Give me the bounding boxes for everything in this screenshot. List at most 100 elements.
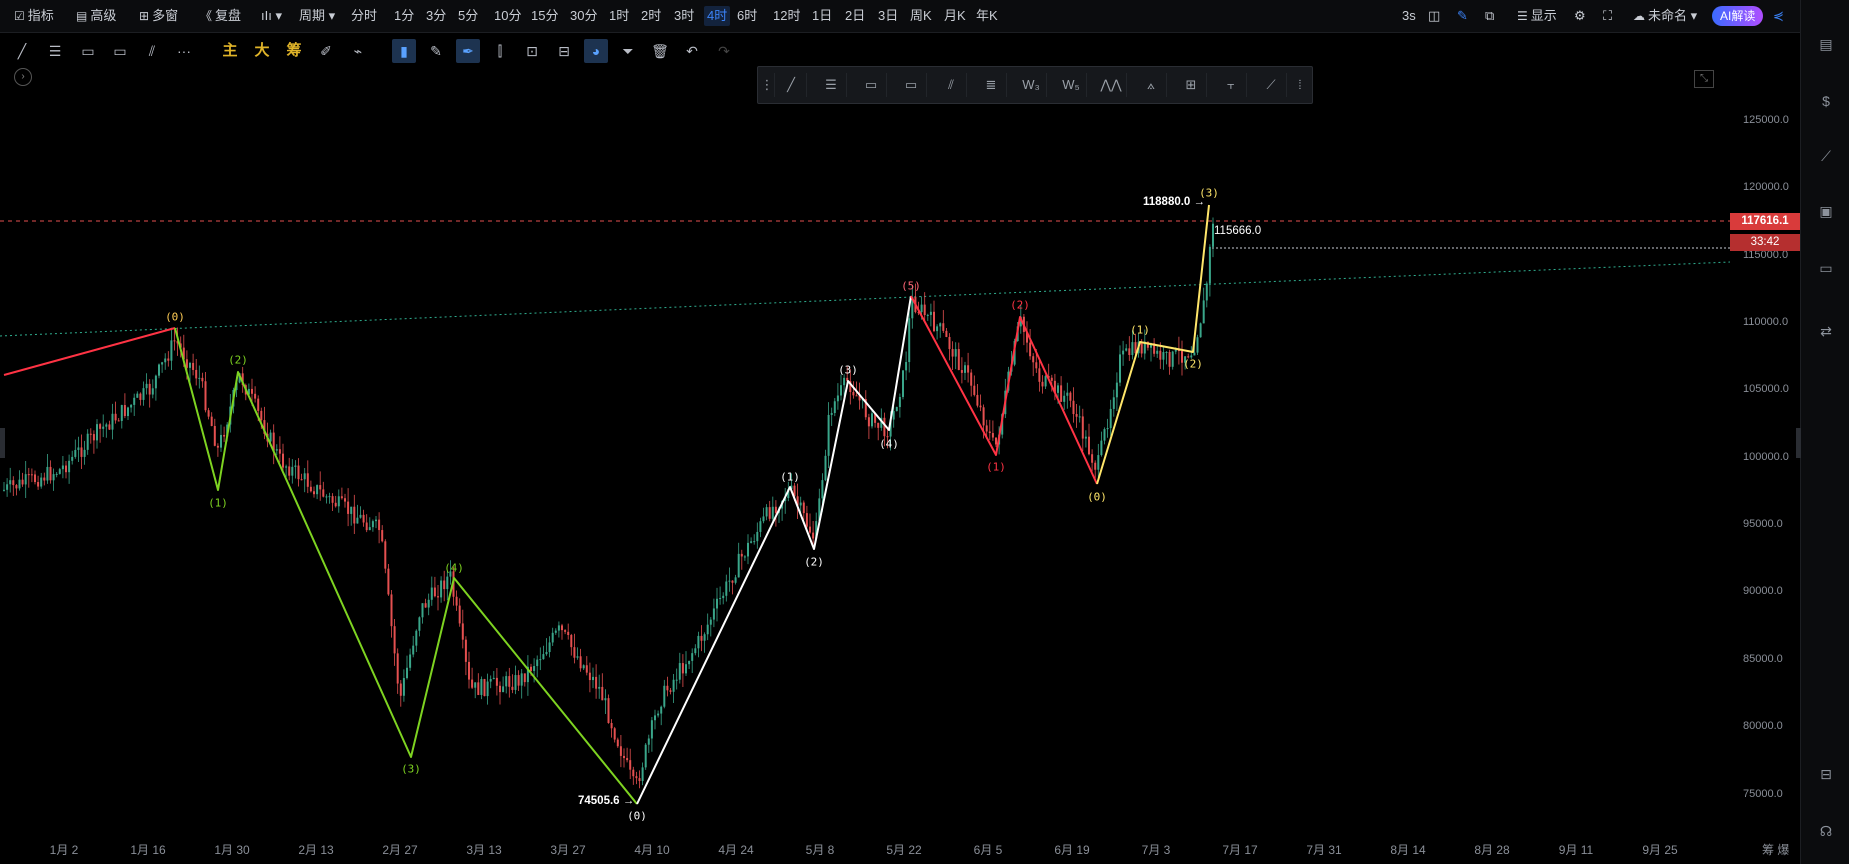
pen-icon[interactable]: ✎ xyxy=(1457,6,1468,26)
candle-body xyxy=(1106,428,1109,430)
candle-body xyxy=(167,358,170,361)
indicators-button[interactable]: ☑ 指标 xyxy=(14,6,54,26)
candle-body xyxy=(833,401,836,413)
expand-chevron-icon[interactable]: › xyxy=(14,68,32,86)
candle-body xyxy=(316,485,319,495)
chip-distribution-button[interactable]: 筹 xyxy=(282,39,306,63)
candle-body xyxy=(3,489,5,491)
interval-30分[interactable]: 30分 xyxy=(570,6,597,26)
chart-trend-icon[interactable]: ⟋ xyxy=(1815,145,1837,167)
candle-body xyxy=(415,630,418,646)
document-icon[interactable]: ▤ xyxy=(1815,33,1837,55)
horizontal-lines-icon[interactable]: ☰ xyxy=(43,39,67,63)
refresh-interval[interactable]: 3s xyxy=(1402,6,1416,26)
candle-body xyxy=(1081,416,1084,439)
candle-body xyxy=(375,519,377,522)
layout-panel-icon[interactable]: ⊟ xyxy=(1815,763,1837,785)
candle-body xyxy=(821,480,824,499)
price-chart[interactable] xyxy=(0,66,1730,836)
exchange-icon[interactable]: ⇄ xyxy=(1815,320,1837,342)
brush-icon[interactable]: ⌁ xyxy=(346,39,370,63)
candle-body xyxy=(1050,377,1053,381)
interval-6时[interactable]: 6时 xyxy=(737,6,757,26)
large-order-button[interactable]: 大 xyxy=(250,39,274,63)
layout-name-dropdown[interactable]: ☁ 未命名 ▾ xyxy=(1633,6,1697,26)
candle-body xyxy=(139,393,142,400)
candle-body xyxy=(27,474,30,476)
dollar-icon[interactable]: $ xyxy=(1815,90,1837,112)
main-indicator-button[interactable]: 主 xyxy=(218,39,242,63)
multi-window-button[interactable]: ⊞ 多窗 xyxy=(139,6,178,26)
candle-body xyxy=(74,449,77,457)
advanced-button[interactable]: ▤ 高级 xyxy=(76,6,116,26)
bookmark-icon[interactable]: ▮ xyxy=(392,39,416,63)
ai-analysis-button[interactable]: AI解读 xyxy=(1712,6,1764,26)
interval-4时[interactable]: 4时 xyxy=(704,6,731,26)
candle-icon[interactable]: ⫿ xyxy=(488,39,512,63)
interval-15分[interactable]: 15分 xyxy=(531,6,558,26)
collapse-icon[interactable]: ⤡ xyxy=(1694,70,1714,88)
line-tool-icon[interactable]: ╱ xyxy=(10,39,34,63)
candle-body xyxy=(68,460,71,473)
fullscreen-icon[interactable]: ⛶ xyxy=(1603,6,1612,26)
candle-body xyxy=(598,686,601,689)
interval-3日[interactable]: 3日 xyxy=(878,6,898,26)
share-icon[interactable]: ⋞ xyxy=(1773,6,1784,26)
monitor-icon[interactable]: ▣ xyxy=(1815,200,1837,222)
redo-icon[interactable]: ↷ xyxy=(712,39,736,63)
pen-draw-icon[interactable]: ✒ xyxy=(456,39,480,63)
price-tick-label: 100000.0 xyxy=(1743,450,1789,463)
interval-12时[interactable]: 12时 xyxy=(773,6,800,26)
headset-icon[interactable]: ☊ xyxy=(1815,820,1837,842)
ruler-measure-icon[interactable]: ✎ xyxy=(424,39,448,63)
candle-body xyxy=(709,619,712,625)
candle-body xyxy=(750,541,753,543)
chart-type-dropdown[interactable]: ıIı ▾ xyxy=(261,6,282,26)
more-icon[interactable]: ··· xyxy=(172,39,196,63)
interval-1分[interactable]: 1分 xyxy=(394,6,414,26)
interval-2日[interactable]: 2日 xyxy=(845,6,865,26)
candle-body xyxy=(948,336,951,350)
high-price-annotation: 118880.0 → xyxy=(1143,196,1206,208)
lock-icon[interactable]: ⊡ xyxy=(520,39,544,63)
candle-body xyxy=(1115,382,1118,398)
level-annotation: 115666.0 xyxy=(1214,225,1262,237)
note-icon[interactable]: ⊟ xyxy=(552,39,576,63)
candle-body xyxy=(570,635,573,648)
candle-body xyxy=(381,530,384,542)
interval-2时[interactable]: 2时 xyxy=(641,6,661,26)
undo-icon[interactable]: ↶ xyxy=(680,39,704,63)
magnet-icon[interactable]: ◕ xyxy=(584,39,608,63)
interval-年K[interactable]: 年K xyxy=(976,6,998,26)
interval-3分[interactable]: 3分 xyxy=(426,6,446,26)
window-icon[interactable]: ⧉ xyxy=(1485,6,1494,26)
interval-1日[interactable]: 1日 xyxy=(812,6,832,26)
period-dropdown[interactable]: 周期 ▾ xyxy=(299,6,335,26)
display-button[interactable]: ☰ 显示 xyxy=(1517,6,1557,26)
right-collapse-handle[interactable] xyxy=(1796,428,1801,458)
interval-10分[interactable]: 10分 xyxy=(494,6,521,26)
left-collapse-handle[interactable] xyxy=(0,428,5,458)
replay-button[interactable]: 《复盘 xyxy=(200,6,241,26)
card-icon[interactable]: ▭ xyxy=(1815,257,1837,279)
interval-周K[interactable]: 周K xyxy=(910,6,932,26)
edit-icon[interactable]: ✐ xyxy=(314,39,338,63)
interval-3时[interactable]: 3时 xyxy=(674,6,694,26)
camera-icon[interactable]: ◫ xyxy=(1428,6,1440,26)
candle-body xyxy=(1171,351,1174,367)
interval-月K[interactable]: 月K xyxy=(944,6,966,26)
parallel-channel-icon[interactable]: ⫽ xyxy=(140,39,164,63)
candle-body xyxy=(508,676,511,687)
trash-icon[interactable]: 🗑 xyxy=(648,39,672,63)
candle-body xyxy=(1125,348,1128,351)
settings-gear-icon[interactable]: ⚙ xyxy=(1574,6,1586,26)
interval-1时[interactable]: 1时 xyxy=(609,6,629,26)
filter-icon[interactable]: ⏷ xyxy=(616,39,640,63)
candle-body xyxy=(706,624,709,635)
interval-分时[interactable]: 分时 xyxy=(351,6,377,26)
candle-body xyxy=(995,437,997,445)
bottom-right-toggles[interactable]: 筹 爆 xyxy=(1762,841,1789,858)
interval-5分[interactable]: 5分 xyxy=(458,6,478,26)
rectangle-icon[interactable]: ▭ xyxy=(76,39,100,63)
ruler-icon[interactable]: ▭ xyxy=(108,39,132,63)
